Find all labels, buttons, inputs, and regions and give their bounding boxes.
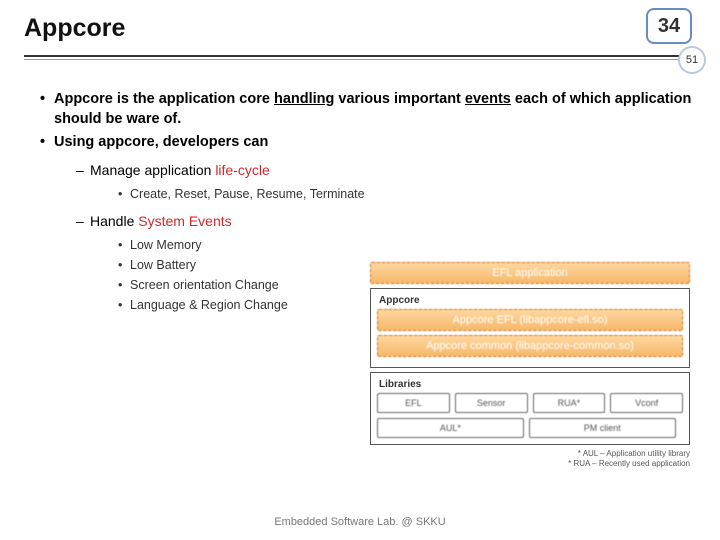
diagram-appcore-common: Appcore common (libappcore-common.so)	[377, 335, 683, 357]
architecture-diagram: EFL application Appcore Appcore EFL (lib…	[370, 262, 690, 468]
slide-header: Appcore	[0, 0, 720, 49]
diagram-libraries-group: Libraries EFL Sensor RUA* Vconf AUL* PM …	[370, 372, 690, 445]
slide-footer: Embedded Software Lab. @ SKKU	[0, 516, 720, 528]
slide-title: Appcore	[24, 14, 696, 43]
diagram-app-layer: EFL application	[370, 262, 690, 284]
diagram-lib: Sensor	[455, 393, 528, 413]
diagram-lib-row-1: EFL Sensor RUA* Vconf	[377, 393, 683, 413]
diagram-lib: AUL*	[377, 418, 524, 438]
diagram-lib-row-2: AUL* PM client	[377, 418, 683, 438]
sub-lifecycle: Manage application life-cycle Create, Re…	[76, 161, 692, 203]
diagram-lib: PM client	[529, 418, 676, 438]
diagram-libraries-label: Libraries	[379, 379, 683, 390]
divider-thick	[24, 55, 696, 57]
lifecycle-items: Create, Reset, Pause, Resume, Terminate	[90, 186, 692, 203]
diagram-lib: EFL	[377, 393, 450, 413]
diagram-footnote: * AUL – Application utility library * RU…	[370, 449, 690, 468]
diagram-lib: Vconf	[610, 393, 683, 413]
diagram-lib: RUA*	[533, 393, 606, 413]
diagram-appcore-group: Appcore Appcore EFL (libappcore-efl.so) …	[370, 288, 690, 368]
list-item: Low Memory	[118, 237, 692, 254]
sub-number-badge: 51	[678, 46, 706, 74]
page-number-badge: 34	[646, 8, 692, 44]
list-item: Create, Reset, Pause, Resume, Terminate	[118, 186, 692, 203]
bullet-1: Appcore is the application core handling…	[40, 90, 692, 129]
diagram-appcore-efl: Appcore EFL (libappcore-efl.so)	[377, 309, 683, 331]
diagram-appcore-label: Appcore	[379, 295, 683, 306]
